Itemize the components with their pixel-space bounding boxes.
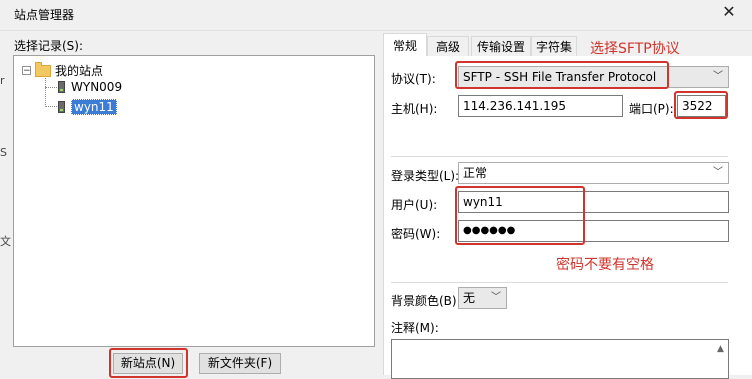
bg-color-label: 背景颜色(B): [391, 294, 457, 308]
host-input[interactable]: 114.236.141.195: [458, 95, 623, 117]
highlight-protocol: [455, 61, 669, 89]
highlight-credentials: [455, 186, 585, 245]
tree-item-wyn009[interactable]: WYN009: [58, 80, 122, 94]
tab-advanced[interactable]: 高级: [427, 36, 469, 57]
login-type-label: 登录类型(L):: [391, 169, 460, 183]
chevron-down-icon: ﹀: [713, 71, 723, 82]
tab-charset[interactable]: 字符集: [531, 36, 577, 57]
bg-color-value: 无: [463, 291, 476, 305]
site-tree[interactable]: − 我的站点 WYN009 wyn11: [13, 55, 375, 347]
server-icon: [58, 101, 65, 113]
tree-item-label-selected: wyn11: [71, 99, 117, 115]
tree-label: 选择记录(S):: [14, 39, 84, 53]
close-icon[interactable]: ✕: [720, 3, 738, 21]
tab-general[interactable]: 常规: [383, 33, 427, 57]
edge-glyph: r: [0, 74, 5, 87]
edge-glyph: S: [0, 146, 7, 159]
divider: [391, 282, 728, 283]
new-folder-button[interactable]: 新文件夹(F): [199, 353, 281, 374]
protocol-label: 协议(T):: [391, 72, 436, 86]
password-label: 密码(W):: [391, 227, 441, 241]
edge-glyph: 文: [0, 235, 11, 248]
login-type-value: 正常: [463, 166, 488, 180]
scroll-up-icon[interactable]: ▲: [717, 344, 724, 354]
user-label: 用户(U):: [391, 198, 438, 212]
tree-item-wyn11[interactable]: wyn11: [58, 99, 117, 115]
collapse-icon[interactable]: −: [22, 66, 31, 76]
login-type-select[interactable]: 正常 ﹀: [458, 162, 729, 184]
comment-label: 注释(M):: [391, 321, 439, 335]
comment-textarea[interactable]: [391, 339, 729, 379]
tree-item-label: WYN009: [71, 80, 123, 94]
bg-color-select[interactable]: 无 ﹀: [458, 287, 507, 309]
titlebar-divider: [0, 30, 752, 31]
port-label: 端口(P):: [629, 102, 674, 116]
chevron-down-icon: ﹀: [713, 167, 723, 178]
divider: [391, 156, 728, 157]
server-icon: [58, 81, 65, 93]
tree-connector: [45, 106, 57, 107]
window-title: 站点管理器: [14, 8, 75, 22]
annotation-no-space-password: 密码不要有空格: [556, 257, 654, 273]
chevron-down-icon: ﹀: [491, 292, 501, 303]
highlight-new-site: [109, 348, 188, 378]
tree-root-label: 我的站点: [55, 64, 104, 78]
tree-connector: [45, 87, 57, 88]
tab-transfer-settings[interactable]: 传输设置: [471, 36, 531, 57]
annotation-select-sftp: 选择SFTP协议: [590, 41, 680, 57]
tree-root[interactable]: − 我的站点: [22, 61, 104, 79]
host-label: 主机(H):: [391, 102, 438, 116]
folder-icon: [35, 61, 51, 77]
highlight-port: [674, 91, 728, 119]
